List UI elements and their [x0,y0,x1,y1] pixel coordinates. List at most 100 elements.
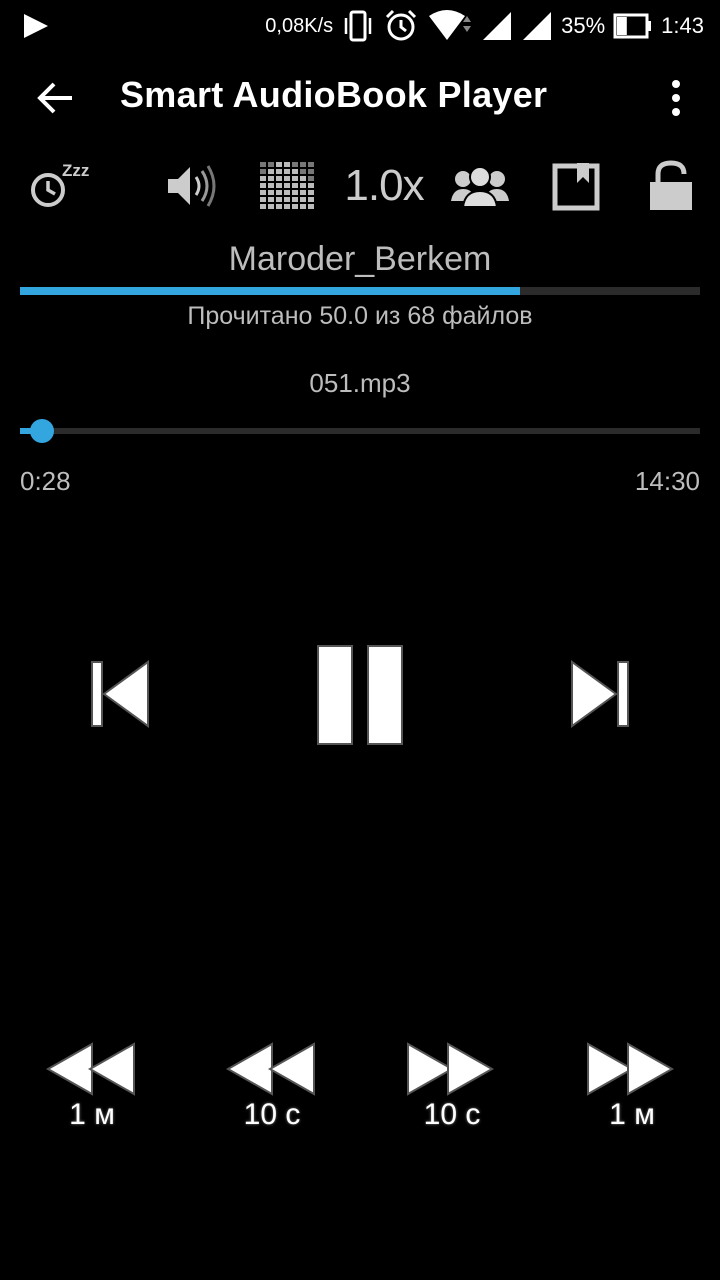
status-right: 0,08K/s 35% 1:43 [265,0,704,52]
equalizer-cell [300,204,306,209]
equalizer-button[interactable] [256,150,316,222]
equalizer-cell [308,197,314,202]
equalizer-cell [300,190,306,195]
sleep-label: Zzz [62,161,89,180]
equalizer-cell [292,190,298,195]
equalizer-cell [284,183,290,188]
equalizer-cell [292,183,298,188]
equalizer-cell [260,197,266,202]
bookmark-icon [552,163,600,211]
equalizer-cell [268,197,274,202]
rewind-icon [225,1042,315,1096]
characters-button[interactable] [448,150,512,222]
equalizer-cell [260,169,266,174]
equalizer-cell [284,162,290,167]
equalizer-cell [292,162,298,167]
equalizer-cell [292,176,298,181]
equalizer-cell [268,190,274,195]
speed-label: 1.0x [344,161,424,210]
equalizer-cell [300,162,306,167]
status-bar: 0,08K/s 35% 1:43 [0,0,720,52]
skip-previous-icon[interactable] [86,656,154,732]
equalizer-cell [268,176,274,181]
arrow-back-icon[interactable] [32,74,80,122]
vibrate-icon [344,10,372,42]
clock: 1:43 [661,13,704,38]
bookmark-button[interactable] [548,150,604,222]
rewind-icon [45,1042,135,1096]
equalizer-cell [284,190,290,195]
equalizer-cell [260,183,266,188]
volume-icon [168,165,216,207]
skip-label: 10 с [423,1098,481,1131]
equalizer-cell [292,197,298,202]
equalizer-cell [276,176,282,181]
equalizer-cell [260,176,266,181]
seek-bar[interactable] [20,419,700,443]
book-progress-text: Прочитано 50.0 из 68 файлов [187,302,533,330]
equalizer-cell [268,162,274,167]
equalizer-cell [292,204,298,209]
play-notification-icon [24,14,48,38]
signal-icon [483,12,512,40]
equalizer-cell [308,190,314,195]
equalizer-cell [284,197,290,202]
book-progress-fill [20,287,520,295]
equalizer-cell [260,204,266,209]
battery-percent: 35% [561,13,606,38]
equalizer-cell [268,183,274,188]
signal-icon-2 [523,12,552,40]
equalizer-cell [276,204,282,209]
characters-icon [451,166,509,208]
equalizer-cell [284,169,290,174]
book-title: Maroder_Berkem [228,240,492,278]
skip-label: 1 м [69,1098,115,1131]
equalizer-cell [268,169,274,174]
book-progress-bar [20,287,700,295]
equalizer-cell [308,176,314,181]
player-toolbar: Zzz 1.0x [0,150,720,222]
page-title: Smart AudioBook Player [120,74,548,115]
equalizer-cell [308,183,314,188]
current-time: 0:28 [20,466,71,496]
forward-1m-button[interactable]: 1 м [582,1040,682,1140]
fast-forward-icon [407,1042,495,1096]
sleep-timer-button[interactable]: Zzz [26,150,102,222]
fast-forward-icon [587,1042,675,1096]
equalizer-cell [308,162,314,167]
sleep-timer-icon: Zzz [31,161,89,207]
rewind-1m-button[interactable]: 1 м [42,1040,142,1140]
skip-label: 10 с [243,1098,301,1131]
speed-button[interactable]: 1.0x [338,150,430,222]
battery-icon [613,13,652,39]
volume-button[interactable] [160,150,224,222]
equalizer-cell [276,190,282,195]
equalizer-cell [268,204,274,209]
skip-label: 1 м [609,1098,655,1131]
equalizer-cell [300,169,306,174]
total-time: 14:30 [634,466,700,496]
player-screen: 0,08K/s 35% 1:43 Smart AudioBook Player … [0,0,720,1280]
equalizer-cell [276,183,282,188]
equalizer-cell [276,197,282,202]
equalizer-cell [300,183,306,188]
net-speed: 0,08K/s [265,14,334,37]
lock-button[interactable] [646,150,696,222]
equalizer-cell [284,204,290,209]
equalizer-cell [260,162,266,167]
rewind-10s-button[interactable]: 10 с [222,1040,322,1140]
pause-icon[interactable] [312,640,408,750]
app-bar: Smart AudioBook Player [0,52,720,142]
equalizer-cell [300,176,306,181]
seek-thumb[interactable] [29,419,54,443]
more-vert-icon[interactable] [658,74,694,122]
wifi-icon [429,10,472,40]
file-name: 051.mp3 [309,368,411,398]
skip-next-icon[interactable] [566,656,634,732]
alarm-icon [386,9,417,41]
forward-10s-button[interactable]: 10 с [402,1040,502,1140]
equalizer-cell [292,169,298,174]
equalizer-cell [308,204,314,209]
equalizer-cell [308,169,314,174]
equalizer-cell [276,169,282,174]
